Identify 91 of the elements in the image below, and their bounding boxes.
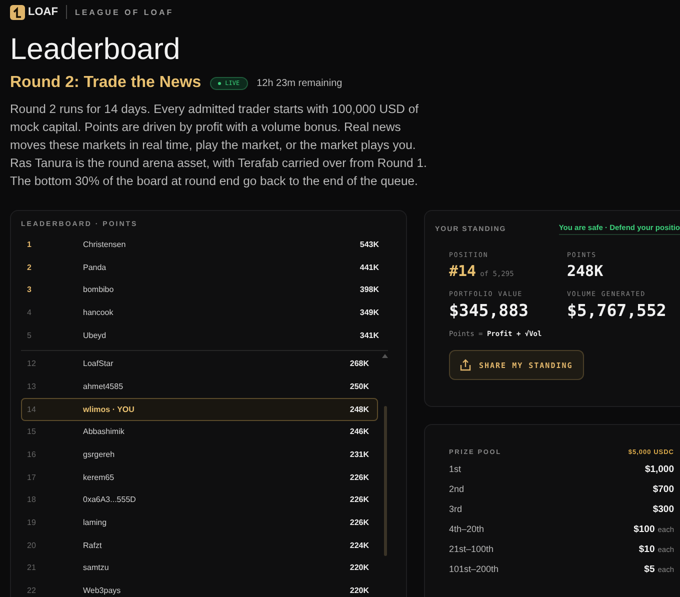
prize-amount: $100 [634,524,655,535]
prize-place: 21st–100th [449,544,494,554]
player-points: 441K [360,262,379,272]
player-points: 220K [350,563,369,572]
rank-number: 22 [27,586,37,596]
rank-number: 5 [27,330,32,340]
leaderboard-row[interactable]: 17 kerem65 226K [21,466,378,489]
player-points: 226K [350,518,369,528]
leaderboard-row[interactable]: 19 laming 226K [21,511,378,534]
player-name: 0xa6A3...555D [83,495,137,504]
prize-place: 101st–200th [449,564,499,574]
player-name: Ubeyd [83,330,108,340]
player-name: gsrgereh [83,450,116,460]
rank-number: 17 [27,472,37,482]
player-points: 220K [350,586,369,596]
player-name: Christensen [83,240,127,249]
leaderboard-row[interactable]: 14 wlimos · YOU 248K [21,398,378,420]
volume-value: $5,767,552 [567,301,668,320]
rank-number: 19 [27,518,37,528]
player-name: ahmet4585 [83,382,124,391]
leaderboard-row[interactable]: 21 samtzu 220K [21,556,378,580]
leaderboard-row[interactable]: 18 0xa6A3...555D 226K [21,488,378,512]
rank-number: 1 [27,240,32,249]
prize-amount: $1,000 [644,464,674,475]
rank-number: 15 [27,427,37,436]
leaderboard-row[interactable]: 3 bombibo 398K [21,278,388,302]
prize-amount: $10 [638,544,655,555]
rank-number: 14 [27,404,37,414]
time-remaining: 12h 23m remaining [256,78,342,88]
rank-number: 4 [27,308,32,317]
share-icon [460,359,471,371]
round-title: Round 2: Trade the News [10,74,202,92]
prize-amount: $700 [652,484,674,495]
player-points: 226K [350,472,369,482]
player-name: samtzu [83,563,110,572]
prize-place: 2nd [449,484,464,494]
logo-text: LOAF [28,6,58,18]
rank-number: 12 [27,359,37,368]
rank-number: 16 [27,450,37,460]
prize-amount: $300 [652,504,674,515]
live-dot-icon [218,82,222,84]
rank-number: 21 [27,563,37,572]
leaderboard-row[interactable]: 16 gsrgereh 231K [21,443,378,466]
brand-tagline: LEAGUE OF LOAF [74,8,174,16]
player-name: kerem65 [83,472,116,482]
player-points: 349K [360,308,379,317]
rank-number: 20 [27,540,37,550]
player-points: 341K [360,330,379,340]
player-points: 248K [350,404,369,414]
player-name: Web3pays [83,586,122,596]
rank-number: 2 [27,262,32,272]
prize-place: 4th–20th [449,524,484,534]
player-points: 398K [360,285,379,294]
prize-amount: $5 [644,564,655,575]
points-value: 248K [567,262,604,280]
scrollbar-thumb[interactable] [384,406,386,556]
player-points: 246K [350,427,369,436]
player-name: wlimos · YOU [83,404,136,414]
player-name: laming [83,518,108,528]
player-points: 543K [360,240,379,249]
rank-number: 18 [27,495,37,504]
scroll-up-icon[interactable] [382,354,388,358]
leaderboard-row[interactable]: 20 Rafzt 224K [21,534,378,557]
leaderboard-row[interactable]: 1 Christensen 543K [21,233,388,256]
leaderboard-row[interactable]: 4 hancook 349K [21,301,388,324]
leaderboard-row[interactable]: 2 Panda 441K [21,256,388,278]
prize-place: 3rd [449,504,462,514]
player-name: Rafzt [83,540,103,550]
leaderboard-row[interactable]: 13 ahmet4585 250K [21,375,378,398]
position-value: #14 [449,262,476,280]
round-description: Round 2 runs for 14 days. Every admitted trader starts with 100,000 USD of mock capital. Points are driven by profit with a volume bonus. Real news moves these markets in real time, play the market, or the market plays you. Ras Tanura is the round arena asset, with Terafab carried over from Round 1. The bottom 30% of the board at round end go back to the end of the queue. [10,101,428,190]
leaderboard-row[interactable]: 5 Ubeyd 341K [21,324,388,346]
page-title: Leaderboard [10,32,182,68]
player-name: bombibo [83,285,115,294]
player-points: 224K [350,540,369,550]
player-name: Panda [83,262,108,272]
leaderboard-row[interactable]: 22 Web3pays 220K [21,579,378,597]
player-name: LoafStar [83,359,114,368]
player-name: hancook [83,308,114,317]
player-points: 250K [350,382,369,391]
player-points: 268K [350,359,369,368]
leaderboard-row[interactable]: 12 LoafStar 268K [21,352,378,376]
rank-number: 3 [27,285,32,294]
player-name: Abbashimik [83,427,126,436]
portfolio-value: $345,883 [449,301,530,320]
player-points: 231K [350,450,369,460]
player-points: 226K [350,495,369,504]
leaderboard-row[interactable]: 15 Abbashimik 246K [21,420,378,444]
rank-number: 13 [27,382,37,391]
logo-icon [10,4,25,20]
prize-place: 1st [449,464,462,474]
